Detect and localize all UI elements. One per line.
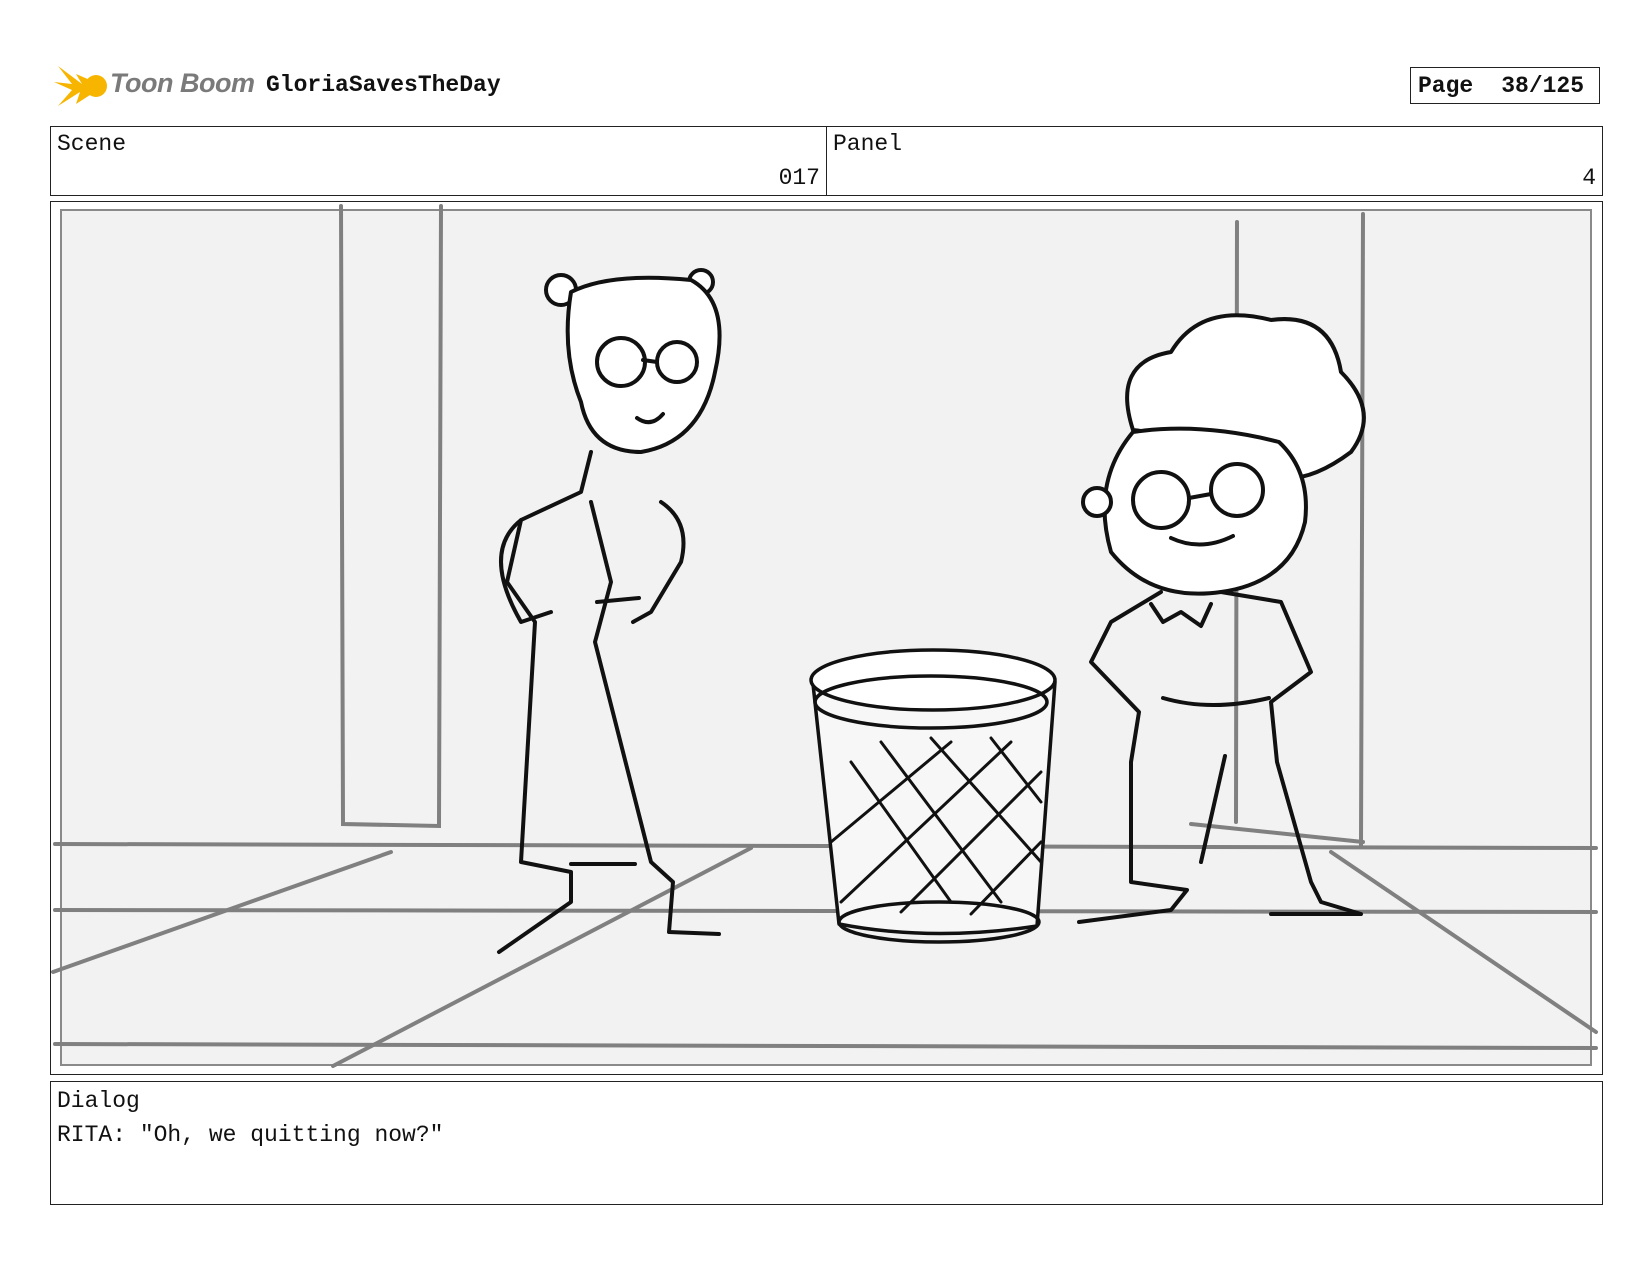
storyboard-frame bbox=[50, 201, 1603, 1075]
brand-name: Toon Boom bbox=[110, 68, 255, 98]
dialog-text: RITA: "Oh, we quitting now?" bbox=[57, 1122, 444, 1148]
dialog-box: Dialog RITA: "Oh, we quitting now?" bbox=[50, 1081, 1603, 1205]
page-number: 38/125 bbox=[1501, 72, 1585, 99]
panel-number: 4 bbox=[1582, 165, 1596, 191]
panel-label: Panel bbox=[833, 131, 903, 157]
storyboard-drawing bbox=[51, 204, 1598, 1068]
panel-cell: Panel 4 bbox=[827, 127, 1602, 195]
toon-boom-logo: Toon Boom bbox=[54, 60, 255, 112]
wastebasket-drawing bbox=[809, 648, 1057, 944]
dialog-label: Dialog bbox=[57, 1088, 140, 1114]
project-title: GloriaSavesTheDay bbox=[266, 72, 501, 98]
scene-cell: Scene 017 bbox=[51, 127, 827, 195]
scene-number: 017 bbox=[778, 165, 820, 191]
scene-label: Scene bbox=[57, 131, 127, 157]
page-indicator: Page 38/125 bbox=[1410, 67, 1600, 104]
sun-burst-icon bbox=[54, 66, 107, 106]
scene-panel-info: Scene 017 Panel 4 bbox=[50, 126, 1603, 196]
page-label: Page bbox=[1418, 72, 1474, 99]
